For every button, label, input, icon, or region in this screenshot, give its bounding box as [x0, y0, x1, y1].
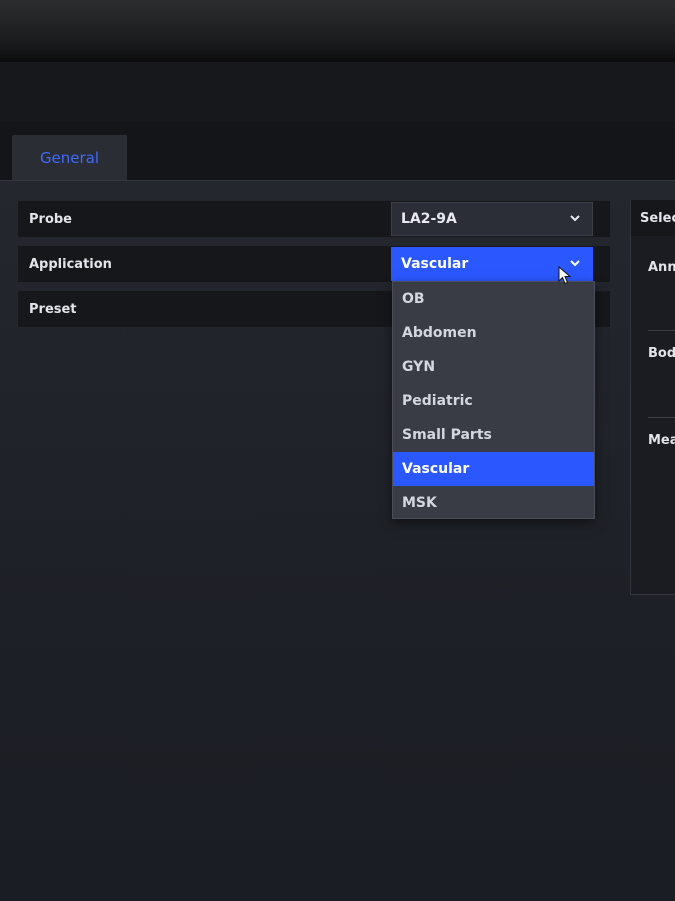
- option-gyn[interactable]: GYN: [393, 350, 594, 384]
- option-small-parts[interactable]: Small Parts: [393, 418, 594, 452]
- monitor-bezel: [0, 0, 675, 62]
- probe-row: Probe LA2-9A: [17, 200, 611, 238]
- option-vascular[interactable]: Vascular: [393, 452, 594, 486]
- divider: [648, 330, 675, 331]
- side-item-measurement[interactable]: Mea: [648, 433, 675, 448]
- application-row: Application Vascular: [17, 245, 611, 283]
- side-panel: Select Anno Body Mea: [630, 200, 675, 595]
- side-item-annotation[interactable]: Anno: [648, 260, 675, 275]
- side-item-body[interactable]: Body: [648, 346, 675, 361]
- application-dropdown-list: OB Abdomen GYN Pediatric Small Parts Vas…: [392, 281, 595, 519]
- application-label: Application: [29, 256, 112, 272]
- option-abdomen[interactable]: Abdomen: [393, 316, 594, 350]
- side-panel-header: Select: [631, 200, 675, 236]
- mouse-pointer-icon: [558, 266, 572, 285]
- tab-general-label: General: [39, 148, 100, 167]
- preset-label: Preset: [29, 301, 77, 317]
- option-pediatric[interactable]: Pediatric: [393, 384, 594, 418]
- chevron-down-icon: [570, 215, 580, 222]
- probe-value: LA2-9A: [401, 211, 457, 227]
- option-ob[interactable]: OB: [393, 282, 594, 316]
- probe-label: Probe: [29, 211, 72, 227]
- divider: [648, 417, 675, 418]
- top-bar: [0, 62, 675, 123]
- option-msk[interactable]: MSK: [393, 486, 594, 520]
- application-value: Vascular: [401, 256, 469, 272]
- tab-general[interactable]: General: [12, 135, 127, 180]
- probe-select[interactable]: LA2-9A: [391, 202, 593, 236]
